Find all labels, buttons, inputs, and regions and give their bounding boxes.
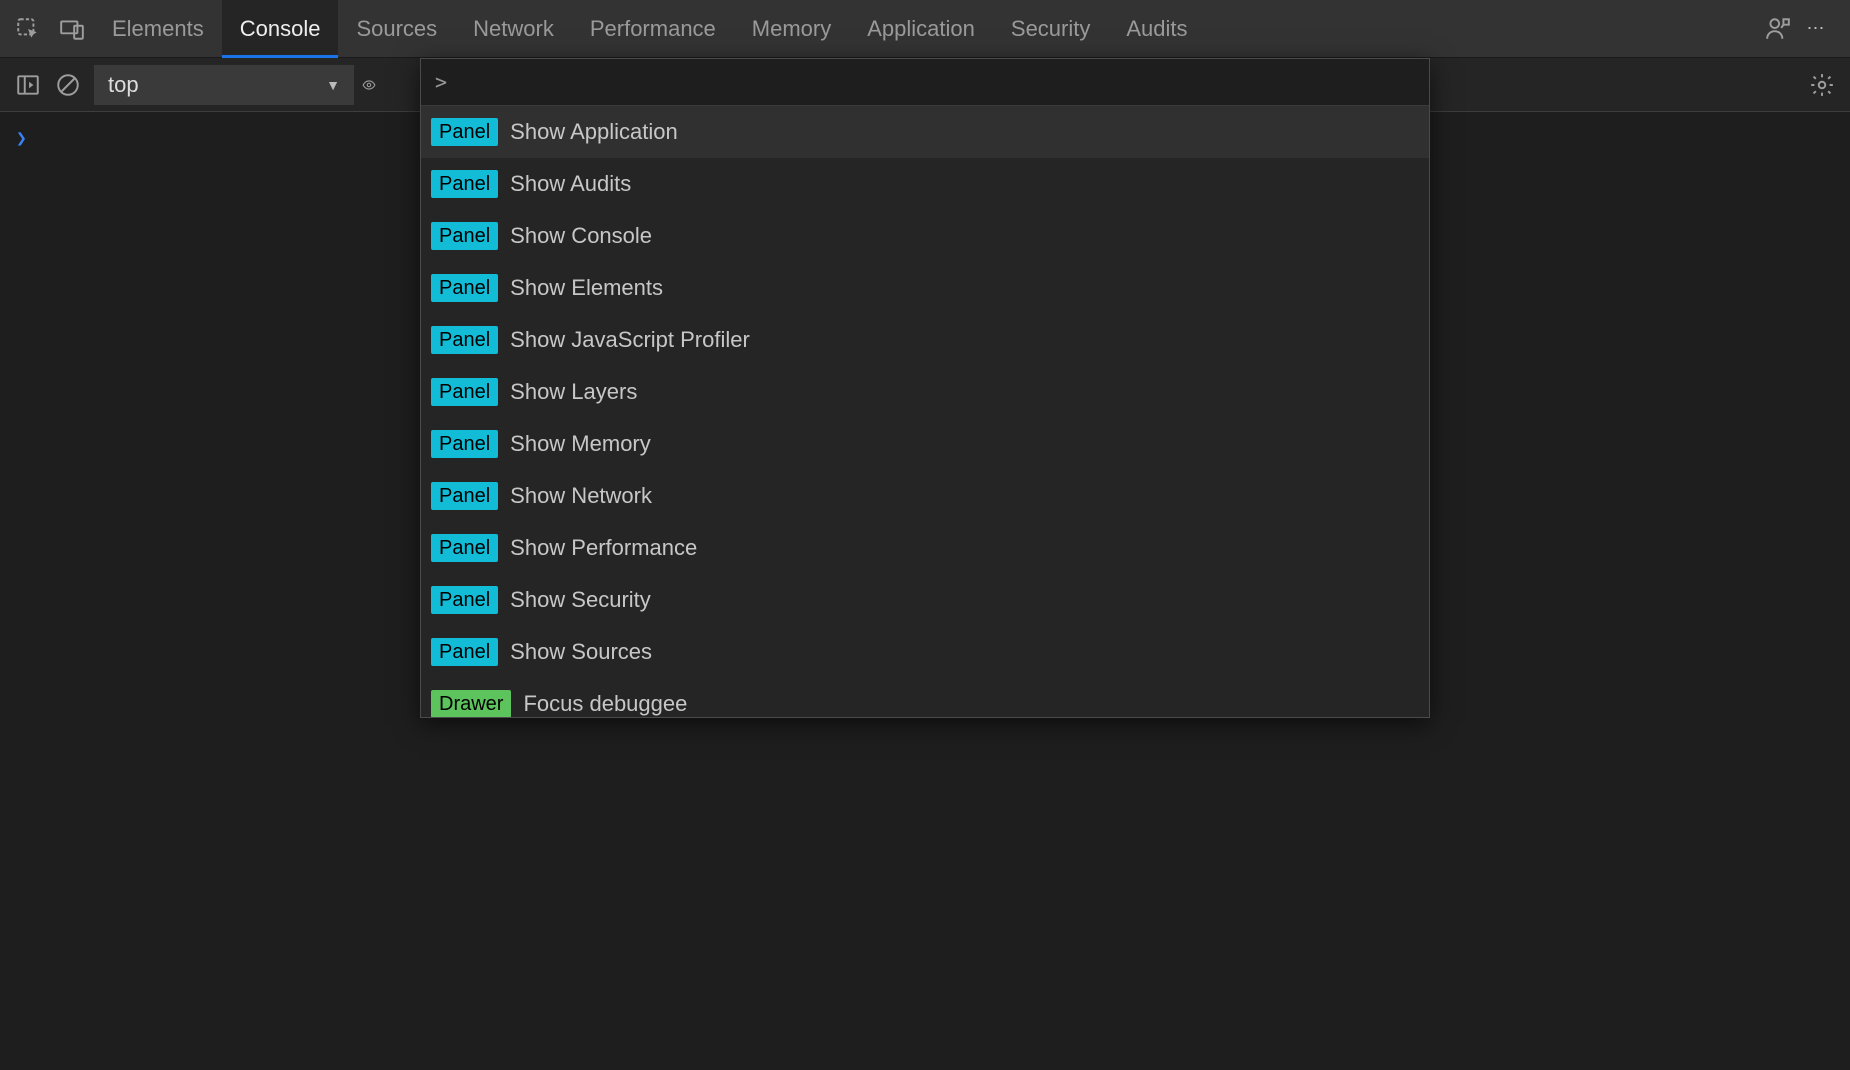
command-label: Show Layers [510,379,637,405]
command-badge: Drawer [431,690,511,717]
tab-label: Security [1011,16,1090,42]
command-badge: Panel [431,586,498,614]
command-badge: Panel [431,118,498,146]
command-label: Show Audits [510,171,631,197]
command-item[interactable]: Panel Show Sources [421,626,1429,678]
console-sidebar-toggle-icon[interactable] [8,65,48,105]
command-badge: Panel [431,222,498,250]
command-menu-prefix: > [435,70,447,94]
command-label: Show Elements [510,275,663,301]
command-item[interactable]: Panel Show Security [421,574,1429,626]
command-menu-list[interactable]: Panel Show Application Panel Show Audits… [421,106,1429,717]
console-settings-icon[interactable] [1802,65,1842,105]
command-item[interactable]: Panel Show Application [421,106,1429,158]
command-item[interactable]: Panel Show Elements [421,262,1429,314]
command-label: Show Application [510,119,678,145]
command-label: Show Performance [510,535,697,561]
command-item[interactable]: Panel Show Console [421,210,1429,262]
tab-security[interactable]: Security [993,0,1108,58]
command-badge: Panel [431,378,498,406]
context-value: top [108,72,139,98]
feedback-icon[interactable] [1756,7,1800,51]
command-label: Show Security [510,587,651,613]
command-menu: > Panel Show Application Panel Show Audi… [420,58,1430,718]
command-badge: Panel [431,534,498,562]
command-badge: Panel [431,482,498,510]
tab-console[interactable]: Console [222,0,339,58]
command-label: Show Network [510,483,652,509]
command-label: Show Sources [510,639,652,665]
tab-memory[interactable]: Memory [734,0,849,58]
more-menu-icon[interactable]: ⋯ [1800,7,1844,51]
tab-label: Application [867,16,975,42]
command-item[interactable]: Drawer Focus debuggee [421,678,1429,717]
command-badge: Panel [431,326,498,354]
tab-label: Network [473,16,554,42]
command-label: Show Memory [510,431,651,457]
tab-performance[interactable]: Performance [572,0,734,58]
chevron-down-icon: ▼ [326,77,340,93]
command-menu-input[interactable]: > [421,59,1429,106]
command-item[interactable]: Panel Show Performance [421,522,1429,574]
command-badge: Panel [431,170,498,198]
command-item[interactable]: Panel Show Memory [421,418,1429,470]
clear-console-icon[interactable] [48,65,88,105]
tab-label: Console [240,16,321,42]
tab-sources[interactable]: Sources [338,0,455,58]
devtools-tabstrip: Elements Console Sources Network Perform… [0,0,1850,58]
tab-label: Elements [112,16,204,42]
execution-context-selector[interactable]: top ▼ [94,65,354,105]
command-label: Show Console [510,223,652,249]
tab-label: Sources [356,16,437,42]
tab-label: Audits [1126,16,1187,42]
tab-application[interactable]: Application [849,0,993,58]
tab-elements[interactable]: Elements [94,0,222,58]
tab-audits[interactable]: Audits [1108,0,1205,58]
command-label: Show JavaScript Profiler [510,327,750,353]
live-expression-icon[interactable] [362,65,376,105]
command-item[interactable]: Panel Show JavaScript Profiler [421,314,1429,366]
command-item[interactable]: Panel Show Audits [421,158,1429,210]
tab-label: Memory [752,16,831,42]
tab-network[interactable]: Network [455,0,572,58]
command-badge: Panel [431,274,498,302]
command-item[interactable]: Panel Show Layers [421,366,1429,418]
device-toolbar-icon[interactable] [50,7,94,51]
inspect-element-icon[interactable] [6,7,50,51]
command-label: Focus debuggee [523,691,687,717]
command-item[interactable]: Panel Show Network [421,470,1429,522]
command-badge: Panel [431,430,498,458]
console-prompt-chevron-icon[interactable]: ❯ [16,128,27,149]
tab-label: Performance [590,16,716,42]
command-badge: Panel [431,638,498,666]
